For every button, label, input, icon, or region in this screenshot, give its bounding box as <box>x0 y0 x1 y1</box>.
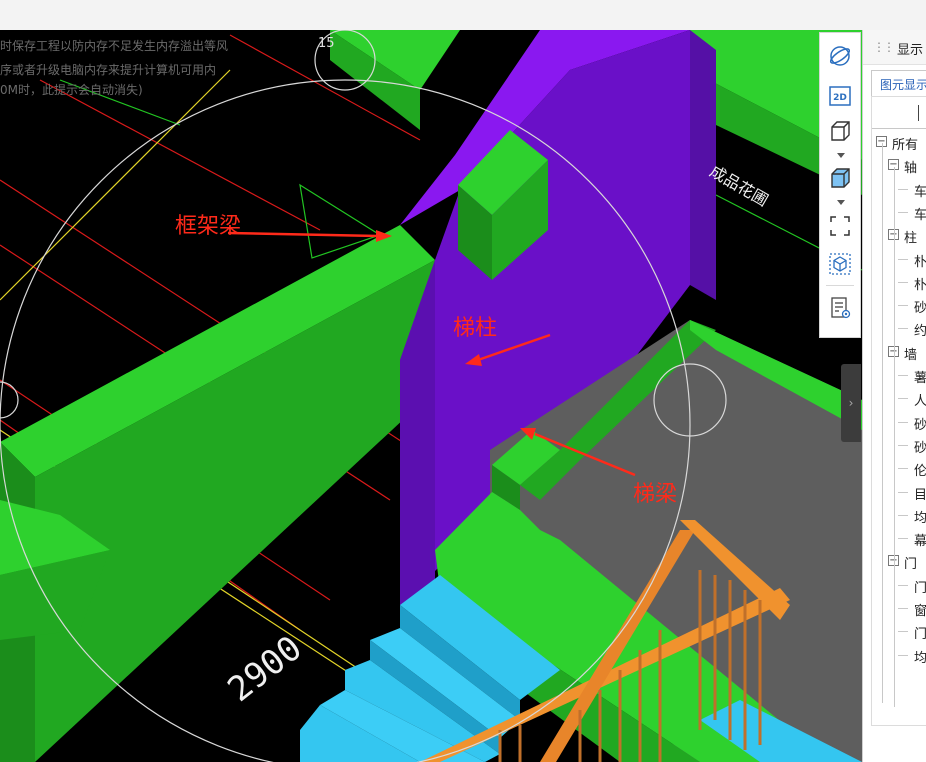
tree-item[interactable]: 朴 <box>872 270 926 294</box>
tree-item-label: 车 <box>914 207 926 223</box>
tree-connector <box>898 375 908 376</box>
model-scene[interactable] <box>0 30 862 762</box>
panel-header[interactable]: ⋮⋮ 显示 <box>863 30 926 65</box>
tree-item[interactable]: − 轴 <box>872 153 926 177</box>
panel-title: 显示 <box>897 43 924 58</box>
2d-icon[interactable]: 2D <box>826 83 854 109</box>
tree-item[interactable]: −柱 <box>872 223 926 247</box>
fit-view-icon[interactable] <box>826 213 854 239</box>
annotation-stair-column: 梯柱 <box>453 316 498 341</box>
tree-item-label: 轴 <box>904 161 918 177</box>
tree-item[interactable]: 朴 <box>872 247 926 271</box>
tree-item-label: 目 <box>914 487 926 503</box>
tree-item[interactable]: 门 <box>872 619 926 643</box>
tree-item[interactable]: 砂 <box>872 433 926 457</box>
element-view-icon[interactable] <box>826 251 854 277</box>
tree-item[interactable]: −门 <box>872 549 926 573</box>
tree-item[interactable]: 约 <box>872 316 926 340</box>
tree-item[interactable]: 车 <box>872 200 926 224</box>
top-strip <box>0 0 926 30</box>
svg-text:2D: 2D <box>833 93 847 103</box>
tree-item[interactable]: −墙 <box>872 340 926 364</box>
tree-item-label: 窗 <box>914 604 926 619</box>
annotation-stair-beam: 梯梁 <box>633 482 678 507</box>
tree-connector <box>898 514 908 516</box>
tree-connector <box>898 584 908 586</box>
tree-connector <box>898 444 908 446</box>
tree-item[interactable]: 砂 <box>872 293 926 317</box>
tree-connector <box>898 258 908 260</box>
tree-item[interactable]: 幕 <box>872 526 926 550</box>
tree-connector <box>898 468 908 470</box>
tree-item-label: 伦 <box>914 464 926 480</box>
drag-handle-icon[interactable]: ⋮⋮ <box>873 40 895 54</box>
tree-item-label: 砂 <box>914 417 926 433</box>
tree-connector <box>898 491 908 493</box>
tree-item-label: 所有 <box>892 138 919 153</box>
tree-item-label: 朴 <box>914 277 926 293</box>
tree-item[interactable]: 窗 <box>872 596 926 620</box>
panel-collapse-handle[interactable]: › <box>841 364 861 442</box>
tree-item[interactable]: 均 <box>872 503 926 527</box>
memory-warning-line-2: 序或者升级电脑内存来提升计算机可用内 <box>0 63 217 77</box>
tree-item-label: 车 <box>914 184 926 200</box>
view-toolbar: 2D <box>819 32 861 338</box>
tree-item[interactable]: 车 <box>872 177 926 201</box>
tree-item[interactable]: 均 <box>872 643 926 667</box>
chevron-down-icon[interactable] <box>837 200 845 205</box>
tree-connector <box>898 305 908 307</box>
tree-connector <box>898 211 908 213</box>
memory-warning-line-1: 时保存工程以防内存不足发生内存溢出等风 <box>0 39 229 53</box>
tree-item-label: 门 <box>904 557 918 573</box>
tree-item[interactable]: 门 <box>872 573 926 597</box>
tree-guide-line <box>894 167 895 707</box>
toolbar-divider <box>826 285 854 286</box>
tree-connector <box>898 538 908 540</box>
tree-item-label: 柱 <box>904 231 918 247</box>
tree-connector <box>898 188 908 190</box>
properties-icon[interactable] <box>826 295 854 321</box>
tree-item-label: 幕 <box>914 534 926 550</box>
tree-item-label: 门 <box>914 627 926 643</box>
3d-box-icon[interactable] <box>826 118 854 144</box>
display-panel: ⋮⋮ 显示 图元显示 −所有−轴车车−柱朴朴砂约−墙薯人砂砂伦目均幕−门门窗门均 <box>862 30 926 762</box>
tree-connector <box>898 281 908 283</box>
tree-item-label: 砂 <box>914 301 926 317</box>
tree-item[interactable]: 薯 <box>872 363 926 387</box>
tree-item[interactable]: 人 <box>872 386 926 410</box>
tree-connector <box>898 421 908 423</box>
element-tree: −所有−轴车车−柱朴朴砂约−墙薯人砂砂伦目均幕−门门窗门均 <box>871 96 926 726</box>
tree-connector <box>898 398 908 400</box>
tree-item-label: 均 <box>914 510 926 526</box>
tree-item[interactable]: 伦 <box>872 456 926 480</box>
tree-connector <box>898 631 908 633</box>
tree-item[interactable]: − 所有 <box>872 130 926 154</box>
tree-item[interactable]: 砂 <box>872 410 926 434</box>
tree-item-label: 均 <box>914 650 926 666</box>
orbit-icon[interactable] <box>826 43 854 69</box>
tree-connector <box>898 654 908 656</box>
3d-viewport[interactable]: 时保存工程以防内存不足发生内存溢出等风 序或者升级电脑内存来提升计算机可用内 0… <box>0 30 862 762</box>
memory-warning-line-3: 0M时，此提示会自动消失) <box>0 83 143 97</box>
tree-item-label: 薯 <box>914 371 926 386</box>
tree-connector <box>898 328 908 330</box>
tree-item-label: 门 <box>914 580 926 596</box>
grid-tag: 15 <box>318 36 335 51</box>
tree-item-label: 朴 <box>914 254 926 270</box>
tree-item-label: 砂 <box>914 440 926 456</box>
chevron-down-icon[interactable] <box>837 153 845 158</box>
tree-item-label: 人 <box>914 394 926 410</box>
chevron-right-icon: › <box>848 396 854 410</box>
tab-label: 图元显示 <box>880 78 926 92</box>
annotation-frame-beam: 框架梁 <box>175 214 242 239</box>
tree-connector <box>898 608 908 609</box>
tree-item[interactable]: 目 <box>872 480 926 504</box>
3d-shaded-box-icon[interactable] <box>826 165 854 191</box>
tree-item-label: 墙 <box>904 347 918 363</box>
tree-item-label: 约 <box>914 324 926 340</box>
tree-header-column <box>918 105 919 121</box>
tree-header-divider <box>872 128 926 129</box>
tab-element-display[interactable]: 图元显示 <box>871 70 926 96</box>
tree-guide-line <box>882 143 883 703</box>
